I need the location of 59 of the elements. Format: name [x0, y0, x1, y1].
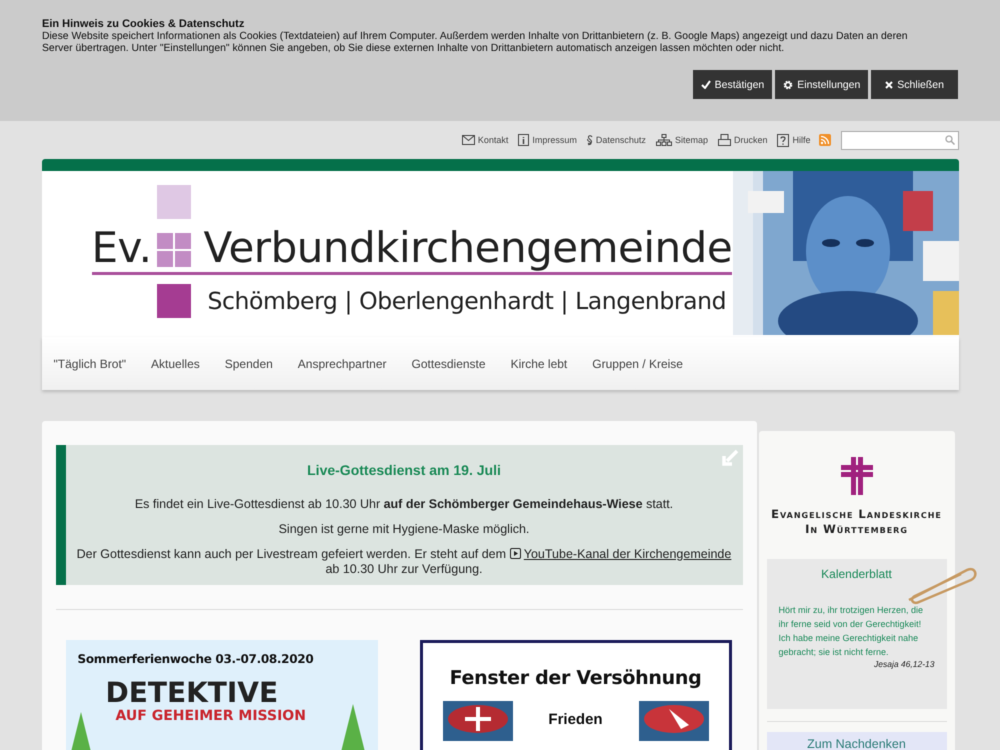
- cross-icon: [840, 457, 872, 495]
- church-name: Evangelische Landeskirche In Württemberg: [770, 507, 943, 537]
- section-title: Zum Nachdenken: [766, 732, 946, 750]
- section-sign-icon: [586, 134, 593, 146]
- nav-link[interactable]: Ansprechpartner: [298, 356, 387, 370]
- info-icon: [518, 134, 530, 146]
- mail-link[interactable]: Kontakt: [462, 135, 508, 145]
- rss-icon[interactable]: [818, 134, 830, 146]
- nav-link[interactable]: Gottesdienste: [412, 356, 486, 370]
- poster-title: DETEKTIVE: [106, 678, 278, 708]
- cookie-title: Ein Hinweis zu Cookies & Datenschutz: [42, 18, 246, 30]
- logo-square: [156, 185, 190, 219]
- close-icon: [885, 80, 894, 88]
- confirm-button[interactable]: Bestätigen: [692, 70, 772, 99]
- nav-link[interactable]: Kirche lebt: [510, 356, 568, 370]
- poster-subtitle: AUF GEHEIMER MISSION: [116, 708, 306, 724]
- sitemap-icon: [656, 134, 672, 146]
- window-icon: [442, 701, 512, 741]
- nav-link[interactable]: Aktuelles: [151, 356, 200, 370]
- envelope-icon: [462, 135, 475, 145]
- window-icon: [638, 701, 708, 741]
- nav-link[interactable]: "Täglich Brot": [54, 356, 126, 370]
- print-link[interactable]: Drucken: [718, 134, 768, 146]
- gear-icon: [783, 80, 794, 90]
- calendar-quote: Hört mir zu, ihr trotzigen Herzen, die ihr ferne seid von der Gerechtigkeit! Ich habe meine Gerechtigkeit nahe gebracht; sie ist nicht ferne.: [778, 604, 924, 659]
- nav-link[interactable]: Spenden: [224, 356, 273, 370]
- notice-text: Singen ist gerne mit Hygiene-Maske möglich.: [278, 522, 530, 536]
- nav-link[interactable]: Gruppen / Kreise: [592, 356, 683, 370]
- help-link[interactable]: Hilfe: [777, 134, 810, 146]
- window-poster[interactable]: Fenster der Versöhnung Frieden: [420, 640, 732, 750]
- search-field[interactable]: [840, 130, 958, 150]
- close-button[interactable]: Schließen: [871, 70, 958, 99]
- poster-heading: Sommerferienwoche 03.-07.08.2020: [78, 652, 314, 666]
- settings-button[interactable]: Einstellungen: [775, 70, 868, 99]
- checkmark-icon: [700, 80, 711, 89]
- quote-source: Jesaja 46,12-13: [873, 659, 934, 669]
- help-icon: [777, 134, 790, 146]
- cookie-text: Diese Website speichert Informationen als Cookies (Textdateien) auf Ihrem Computer. Außerdem werden Inhalte von Drittanbietern (z. B. Google Maps) angezeigt und dazu Daten an deren Server übertragen. Unter "Einstellungen" können Sie angeben, ob Sie diese externen Inhalte von Drittanbietern automatisch anzeigen lassen möchten oder nicht.: [42, 31, 909, 55]
- info-link[interactable]: Impressum: [518, 134, 577, 146]
- paragraph-link[interactable]: Datenschutz: [586, 134, 646, 146]
- logo-title: Verbundkirchengemeinde: [203, 223, 732, 272]
- poster-title: Fenster der Versöhnung: [448, 667, 702, 689]
- notice-text: Es findet ein Live-Gottesdienst ab 10.30 Uhr auf der Schömberger Gemeindehaus-Wiese statt.: [134, 497, 674, 511]
- play-icon: [510, 548, 521, 559]
- youtube-link[interactable]: YouTube-Kanal der Kirchengemeinde: [524, 547, 732, 561]
- logo-square: [156, 284, 190, 318]
- logo-subtitle: Schömberg | Oberlengenhardt | Langenbrand: [208, 287, 726, 315]
- notice-text: Der Gottesdienst kann auch per Livestream gefeiert werden. Er steht auf dem: [76, 547, 506, 561]
- arrow-icon[interactable]: [720, 449, 738, 467]
- printer-icon: [718, 134, 731, 146]
- notice-text: ab 10.30 Uhr zur Verfügung.: [324, 562, 484, 577]
- sitemap-link[interactable]: Sitemap: [656, 134, 708, 146]
- search-icon: [944, 135, 954, 145]
- notice-title: Live-Gottesdienst am 19. Juli: [306, 462, 502, 478]
- logo-grid-icon: [156, 233, 190, 267]
- holiday-poster[interactable]: Sommerferienwoche 03.-07.08.2020 DETEKTIVE AUF GEHEIMER MISSION: [66, 640, 378, 750]
- logo-prefix: Ev.: [92, 223, 152, 272]
- calendar-title: Kalenderblatt: [820, 567, 893, 581]
- poster-word: Frieden: [548, 711, 603, 728]
